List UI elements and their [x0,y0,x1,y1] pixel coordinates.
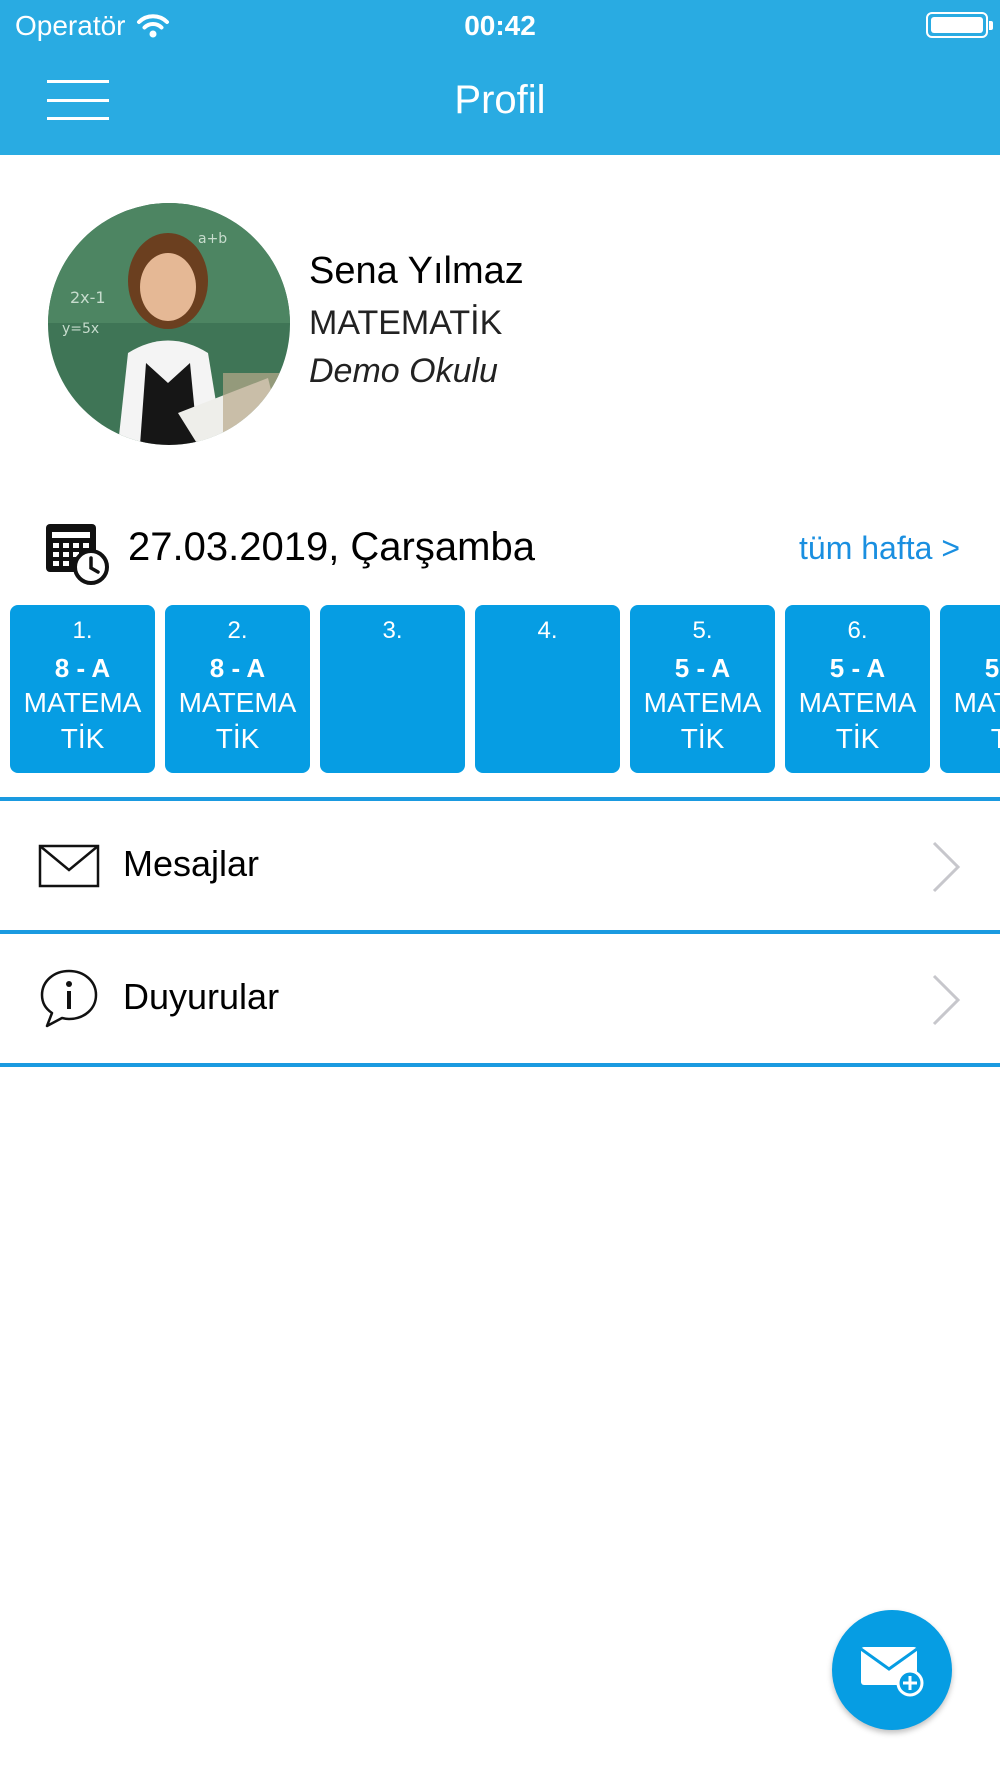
lesson-class: 8 - A [54,653,111,683]
messages-label: Mesajlar [123,843,260,884]
new-message-icon [860,1647,924,1697]
lesson-number: 6. [847,617,868,644]
envelope-icon [38,844,100,888]
svg-text:y=5x: y=5x [62,321,99,337]
chevron-right-icon [932,974,961,1026]
profile-name: Sena Yılmaz [309,250,524,292]
new-message-button[interactable] [832,1610,952,1730]
lesson-subject-cont: TİK [835,723,880,754]
schedule-date: 27.03.2019, Çarşamba [128,525,535,569]
lesson-tile-4[interactable]: 4. [475,605,620,773]
lesson-class: 8 - A [209,653,266,683]
lesson-subject-cont: TİK [680,723,725,754]
lesson-tile-5[interactable]: 5. 5 - A MATEMA TİK [630,605,775,773]
profile-subject: MATEMATİK [309,304,503,342]
divider [0,1063,1000,1067]
calendar-clock-icon [46,524,109,585]
chevron-right-icon [932,841,961,893]
svg-text:2x-1: 2x-1 [70,288,106,307]
messages-row[interactable]: Mesajlar [0,801,1000,929]
all-week-link[interactable]: tüm hafta > [799,530,960,567]
teacher-photo: 2x-1 y=5x a+b [48,203,290,445]
lesson-tile-1[interactable]: 1. 8 - A MATEMA TİK [10,605,155,773]
lesson-number: 2. [227,617,248,644]
lesson-subject-cont: TİK [60,723,105,754]
page-title: Profil [454,78,546,122]
lesson-subject: MATEMA [643,687,762,718]
announcements-row[interactable]: Duyurular [0,934,1000,1062]
svg-text:a+b: a+b [198,231,227,247]
top-bar: Operatör 00:42 Profil [0,0,1000,155]
lesson-number: 3. [382,617,403,644]
lesson-subject-cont: TİK [215,723,260,754]
lesson-tile-2[interactable]: 2. 8 - A MATEMA TİK [165,605,310,773]
lesson-subject: MATEMA [178,687,297,718]
lesson-subject: MATEMA [23,687,142,718]
lesson-number: 1. [72,617,93,644]
lesson-number: 4. [537,617,558,644]
lesson-subject: MATEMA [953,687,1000,718]
lesson-subject: MATEMA [798,687,917,718]
lesson-strip[interactable]: 1. 8 - A MATEMA TİK 2. 8 - A MATEMA TİK … [10,605,1000,773]
announcements-label: Duyurular [123,976,280,1017]
status-bar: Operatör 00:42 [0,0,1000,52]
lesson-subject-cont: TİK [990,723,1000,754]
lesson-tile-7[interactable]: 7. 5 - A MATEMA TİK [940,605,1000,773]
info-bubble-icon [40,969,98,1028]
profile-school: Demo Okulu [309,352,498,390]
lesson-class: 5 - A [829,653,886,683]
lesson-tile-3[interactable]: 3. [320,605,465,773]
lesson-number: 5. [692,617,713,644]
lesson-class: 5 - A [984,653,1000,683]
lesson-tile-6[interactable]: 6. 5 - A MATEMA TİK [785,605,930,773]
status-time: 00:42 [464,10,536,41]
lesson-class: 5 - A [674,653,731,683]
lesson-number: 7. [940,617,1000,645]
avatar: 2x-1 y=5x a+b [48,203,290,445]
battery-icon [926,12,993,38]
